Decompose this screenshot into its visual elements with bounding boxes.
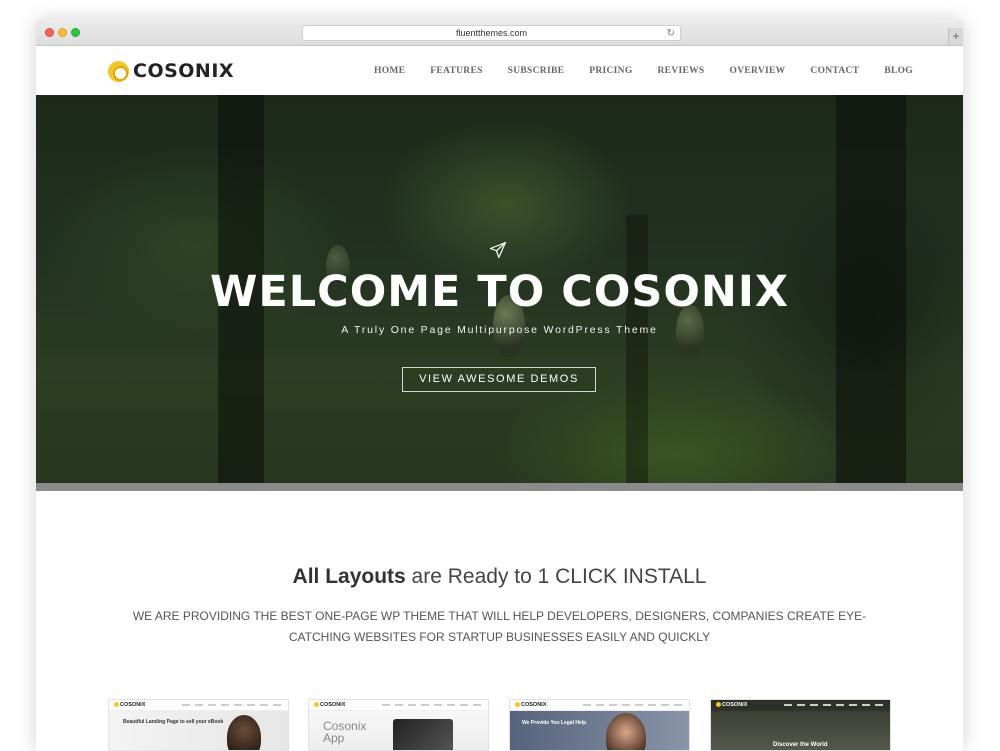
layouts-description: WE ARE PROVIDING THE BEST ONE-PAGE WP TH… bbox=[132, 609, 867, 644]
thumbnail-preview: Beautiful Landing Page to sell your eBoo… bbox=[109, 711, 288, 750]
nav-item-subscribe[interactable]: SUBSCRIBE bbox=[508, 66, 565, 76]
thumbnail-navbar: COSONIX bbox=[309, 700, 488, 711]
logo-mark-icon bbox=[108, 60, 129, 82]
thumbnail-logo: COSONIX bbox=[314, 702, 345, 708]
site-logo[interactable]: COSONIX bbox=[108, 59, 234, 83]
person-photo bbox=[606, 713, 646, 750]
thumbnail-menu bbox=[182, 704, 282, 706]
layouts-heading-strong: All Layouts bbox=[292, 565, 406, 588]
address-bar[interactable]: fluentthemes.com ↻ bbox=[302, 25, 681, 41]
thumbnail-navbar: COSONIX bbox=[109, 700, 288, 711]
thumbnail-logo: COSONIX bbox=[515, 702, 546, 708]
hero-bg-trunk bbox=[626, 215, 648, 491]
nav-item-reviews[interactable]: REVIEWS bbox=[658, 66, 705, 76]
nav-item-pricing[interactable]: PRICING bbox=[589, 66, 632, 76]
zoom-window-button[interactable] bbox=[71, 28, 80, 37]
layout-thumbnail[interactable]: COSONIX We Provide You Legal Help bbox=[509, 699, 690, 751]
layout-thumbnail[interactable]: COSONIX Cosonix App bbox=[308, 699, 489, 751]
thumbnail-logo: COSONIX bbox=[114, 702, 145, 708]
thumbnail-navbar: COSONIX bbox=[510, 700, 689, 711]
person-photo bbox=[227, 715, 261, 750]
close-window-button[interactable] bbox=[45, 28, 54, 37]
layout-thumbnail[interactable]: COSONIX Beautiful Landing Page to sell y… bbox=[108, 699, 289, 751]
thumbnail-logo: COSONIX bbox=[716, 702, 747, 708]
thumbnail-menu bbox=[583, 704, 683, 706]
hero-title: WELCOME TO COSONIX bbox=[209, 267, 790, 317]
url-text: fluentthemes.com bbox=[455, 28, 528, 38]
thumbnail-preview: We Provide You Legal Help bbox=[510, 711, 689, 750]
thumbnail-caption: We Provide You Legal Help bbox=[522, 720, 587, 726]
main-nav: HOME FEATURES SUBSCRIBE PRICING REVIEWS … bbox=[374, 46, 938, 95]
thumbnail-menu bbox=[382, 704, 482, 706]
hero-subtitle: A Truly One Page Multipurpose WordPress … bbox=[341, 324, 658, 336]
reload-icon[interactable]: ↻ bbox=[667, 26, 675, 41]
thumbnail-menu bbox=[784, 704, 884, 706]
site-header: COSONIX HOME FEATURES SUBSCRIBE PRICING … bbox=[36, 46, 963, 95]
layouts-heading-rest: are Ready to 1 CLICK INSTALL bbox=[405, 565, 707, 588]
view-demos-button[interactable]: VIEW AWESOME DEMOS bbox=[402, 367, 596, 392]
nav-item-home[interactable]: HOME bbox=[374, 66, 405, 76]
device-mockup-image bbox=[393, 719, 453, 750]
layouts-heading: All Layouts are Ready to 1 CLICK INSTALL bbox=[36, 565, 963, 589]
new-tab-button[interactable]: + bbox=[948, 28, 963, 45]
thumbnail-caption: Cosonix App bbox=[323, 719, 367, 745]
paper-plane-icon bbox=[489, 241, 507, 259]
browser-toolbar: fluentthemes.com ↻ + bbox=[36, 20, 963, 46]
nav-item-features[interactable]: FEATURES bbox=[430, 66, 482, 76]
thumbnail-navbar: COSONIX bbox=[711, 700, 890, 711]
layout-thumbnails: COSONIX Beautiful Landing Page to sell y… bbox=[36, 699, 963, 751]
minimize-window-button[interactable] bbox=[58, 28, 67, 37]
nav-item-blog[interactable]: BLOG bbox=[884, 66, 913, 76]
thumbnail-preview: Cosonix App bbox=[309, 711, 488, 750]
nav-item-overview[interactable]: OVERVIEW bbox=[730, 66, 786, 76]
thumbnail-caption: Beautiful Landing Page to sell your eBoo… bbox=[123, 719, 224, 725]
thumbnail-caption: Discover the World bbox=[773, 742, 828, 748]
hero-banner: WELCOME TO COSONIX A Truly One Page Mult… bbox=[36, 95, 963, 491]
thumbnail-preview: Discover the World bbox=[711, 711, 890, 750]
browser-window: fluentthemes.com ↻ + COSONIX HOME FEATUR… bbox=[36, 20, 963, 751]
hero-divider bbox=[36, 483, 963, 491]
logo-text: COSONIX bbox=[133, 60, 235, 82]
layout-thumbnail[interactable]: COSONIX Discover the World bbox=[710, 699, 891, 751]
nav-item-contact[interactable]: CONTACT bbox=[810, 66, 859, 76]
